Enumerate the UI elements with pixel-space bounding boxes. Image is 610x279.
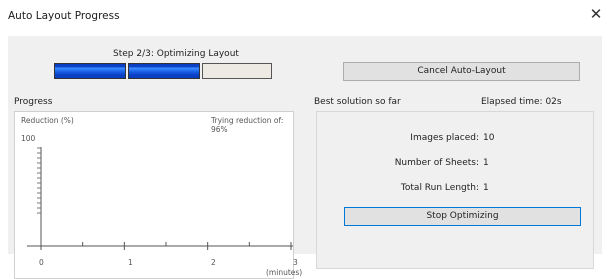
number-of-sheets-row: Number of Sheets: 1 xyxy=(395,158,489,168)
total-run-length-label: Total Run Length: xyxy=(400,183,479,193)
number-of-sheets-label: Number of Sheets: xyxy=(394,158,479,168)
best-solution-section-label: Best solution so far xyxy=(314,97,401,107)
x-axis-unit-label: (minutes) xyxy=(266,268,303,277)
close-icon[interactable]: ✕ xyxy=(587,5,605,23)
x-tick-label-1: 1 xyxy=(128,258,133,267)
number-of-sheets-value: 1 xyxy=(483,158,489,168)
images-placed-row: Images placed: 10 xyxy=(410,133,495,143)
step-3-segment xyxy=(202,63,272,79)
progress-graph: Reduction (%) Trying reduction of: 96% 1… xyxy=(14,111,302,279)
total-run-length-value: 1 xyxy=(483,183,489,193)
images-placed-label: Images placed: xyxy=(410,133,479,143)
x-tick-label-0: 0 xyxy=(39,258,44,267)
best-solution-panel: Images placed: 10 Number of Sheets: 1 Tota… xyxy=(316,111,594,269)
total-run-length-row: Total Run Length: 1 xyxy=(401,183,489,193)
graph-axes xyxy=(27,147,293,250)
dialog-body: Step 2/3: Optimizing Layout Cancel Auto-… xyxy=(8,36,602,279)
cancel-auto-layout-button[interactable]: Cancel Auto-Layout xyxy=(343,62,580,81)
step-label: Step 2/3: Optimizing Layout xyxy=(113,49,239,59)
step-1-segment xyxy=(54,63,126,79)
x-tick-label-2: 2 xyxy=(211,258,216,267)
images-placed-value: 10 xyxy=(483,133,495,143)
stop-optimizing-button[interactable]: Stop Optimizing xyxy=(344,207,581,226)
elapsed-time: Elapsed time: 02s xyxy=(481,97,562,107)
step-2-segment xyxy=(128,63,200,79)
x-tick-label-3: 3 xyxy=(293,258,298,267)
dialog-title: Auto Layout Progress xyxy=(8,10,120,22)
progress-section-label: Progress xyxy=(14,97,53,107)
auto-layout-progress-dialog: Auto Layout Progress ✕ Step 2/3: Optimiz… xyxy=(0,0,610,279)
